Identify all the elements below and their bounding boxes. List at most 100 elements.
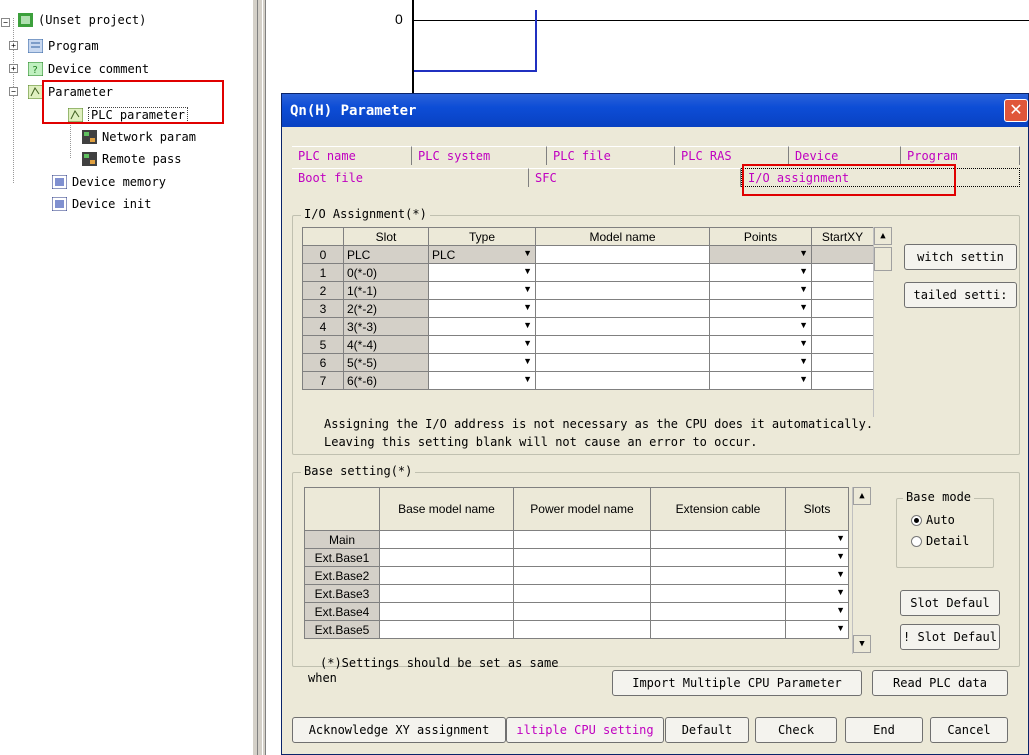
io-table-scrollbar[interactable]: ▲ bbox=[873, 227, 893, 417]
points-dropdown[interactable] bbox=[709, 353, 812, 372]
points-dropdown[interactable] bbox=[709, 335, 812, 354]
scroll-up-icon[interactable]: ▲ bbox=[874, 227, 892, 245]
dialog-titlebar[interactable]: Qn(H) Parameter bbox=[282, 94, 1028, 127]
table-row[interactable]: 7 6(*-6) bbox=[302, 371, 874, 390]
table-row[interactable]: Ext.Base2 bbox=[304, 566, 849, 585]
base-model-cell[interactable] bbox=[379, 566, 514, 585]
slots-dropdown[interactable] bbox=[785, 566, 849, 585]
slot-default-2-button[interactable]: ! Slot Defaul bbox=[900, 624, 1000, 650]
startxy-cell[interactable] bbox=[811, 263, 874, 282]
model-name-cell[interactable] bbox=[535, 281, 710, 300]
expand-icon[interactable]: + bbox=[9, 64, 18, 73]
check-button[interactable]: Check bbox=[755, 717, 837, 743]
points-dropdown[interactable] bbox=[709, 245, 812, 264]
switch-setting-button[interactable]: witch settin bbox=[904, 244, 1017, 270]
base-model-cell[interactable] bbox=[379, 620, 514, 639]
startxy-cell[interactable] bbox=[811, 245, 874, 264]
cancel-button[interactable]: Cancel bbox=[930, 717, 1008, 743]
collapse-icon[interactable]: − bbox=[9, 87, 18, 96]
multiple-cpu-setting-button[interactable]: ıltiple CPU setting bbox=[506, 717, 664, 743]
tab-sfc[interactable]: SFC bbox=[529, 168, 741, 187]
tree-item-program[interactable]: Program bbox=[27, 37, 99, 55]
power-model-cell[interactable] bbox=[513, 602, 651, 621]
model-name-cell[interactable] bbox=[535, 245, 710, 264]
table-row[interactable]: Ext.Base4 bbox=[304, 602, 849, 621]
power-model-cell[interactable] bbox=[513, 584, 651, 603]
type-dropdown[interactable] bbox=[428, 335, 536, 354]
base-table-scrollbar[interactable]: ▲ ▼ bbox=[852, 487, 872, 654]
tab-plc-file[interactable]: PLC file bbox=[547, 146, 675, 165]
type-dropdown[interactable] bbox=[428, 317, 536, 336]
extension-cable-cell[interactable] bbox=[650, 584, 786, 603]
model-name-cell[interactable] bbox=[535, 353, 710, 372]
type-dropdown[interactable] bbox=[428, 371, 536, 390]
table-row[interactable]: Ext.Base3 bbox=[304, 584, 849, 603]
base-model-cell[interactable] bbox=[379, 584, 514, 603]
startxy-cell[interactable] bbox=[811, 353, 874, 372]
power-model-cell[interactable] bbox=[513, 548, 651, 567]
table-row[interactable]: Ext.Base5 bbox=[304, 620, 849, 639]
power-model-cell[interactable] bbox=[513, 530, 651, 549]
tree-root[interactable]: (Unset project) bbox=[18, 11, 146, 29]
points-dropdown[interactable] bbox=[709, 371, 812, 390]
scroll-down-icon[interactable]: ▼ bbox=[853, 635, 871, 653]
points-dropdown[interactable] bbox=[709, 317, 812, 336]
base-model-cell[interactable] bbox=[379, 530, 514, 549]
model-name-cell[interactable] bbox=[535, 371, 710, 390]
expand-icon[interactable]: + bbox=[9, 41, 18, 50]
base-model-cell[interactable] bbox=[379, 602, 514, 621]
tree-item-network-param[interactable]: Network param bbox=[82, 128, 196, 146]
model-name-cell[interactable] bbox=[535, 299, 710, 318]
tab-program[interactable]: Program bbox=[901, 146, 1020, 165]
tab-plc-system[interactable]: PLC system bbox=[412, 146, 547, 165]
table-row[interactable]: 3 2(*-2) bbox=[302, 299, 874, 318]
tab-plc-ras[interactable]: PLC RAS bbox=[675, 146, 789, 165]
tree-item-device-init[interactable]: Device init bbox=[51, 195, 151, 213]
import-multiple-cpu-button[interactable]: Import Multiple CPU Parameter bbox=[612, 670, 862, 696]
table-row[interactable]: Ext.Base1 bbox=[304, 548, 849, 567]
acknowledge-xy-button[interactable]: Acknowledge XY assignment bbox=[292, 717, 506, 743]
startxy-cell[interactable] bbox=[811, 317, 874, 336]
read-plc-data-button[interactable]: Read PLC data bbox=[872, 670, 1008, 696]
extension-cable-cell[interactable] bbox=[650, 530, 786, 549]
slot-default-button[interactable]: Slot Defaul bbox=[900, 590, 1000, 616]
type-dropdown[interactable] bbox=[428, 353, 536, 372]
tree-item-device-memory[interactable]: Device memory bbox=[51, 173, 166, 191]
startxy-cell[interactable] bbox=[811, 371, 874, 390]
points-dropdown[interactable] bbox=[709, 263, 812, 282]
detailed-setting-button[interactable]: tailed setti: bbox=[904, 282, 1017, 308]
type-dropdown[interactable]: PLC bbox=[428, 245, 536, 264]
close-button[interactable]: ✕ bbox=[1004, 99, 1028, 122]
model-name-cell[interactable] bbox=[535, 263, 710, 282]
extension-cable-cell[interactable] bbox=[650, 548, 786, 567]
power-model-cell[interactable] bbox=[513, 566, 651, 585]
radio-auto[interactable]: Auto bbox=[911, 513, 955, 527]
type-dropdown[interactable] bbox=[428, 263, 536, 282]
model-name-cell[interactable] bbox=[535, 335, 710, 354]
points-dropdown[interactable] bbox=[709, 281, 812, 300]
end-button[interactable]: End bbox=[845, 717, 923, 743]
table-row[interactable]: 2 1(*-1) bbox=[302, 281, 874, 300]
slots-dropdown[interactable] bbox=[785, 584, 849, 603]
extension-cable-cell[interactable] bbox=[650, 566, 786, 585]
scroll-up-icon[interactable]: ▲ bbox=[853, 487, 871, 505]
tab-boot-file[interactable]: Boot file bbox=[292, 168, 529, 187]
scroll-thumb[interactable] bbox=[874, 247, 892, 271]
slots-dropdown[interactable] bbox=[785, 548, 849, 567]
table-row[interactable]: Main bbox=[304, 530, 849, 549]
power-model-cell[interactable] bbox=[513, 620, 651, 639]
project-tree[interactable]: − (Unset project) + Program + ? Device c… bbox=[0, 0, 252, 755]
pane-splitter[interactable] bbox=[252, 0, 266, 755]
tab-plc-name[interactable]: PLC name bbox=[292, 146, 412, 165]
tree-item-remote-pass[interactable]: Remote pass bbox=[82, 150, 181, 168]
table-row[interactable]: 0 PLC PLC bbox=[302, 245, 874, 264]
extension-cable-cell[interactable] bbox=[650, 602, 786, 621]
startxy-cell[interactable] bbox=[811, 335, 874, 354]
tree-item-device-comment[interactable]: ? Device comment bbox=[27, 60, 149, 78]
startxy-cell[interactable] bbox=[811, 281, 874, 300]
tab-device[interactable]: Device bbox=[789, 146, 901, 165]
table-row[interactable]: 6 5(*-5) bbox=[302, 353, 874, 372]
slots-dropdown[interactable] bbox=[785, 620, 849, 639]
slots-dropdown[interactable] bbox=[785, 602, 849, 621]
parameter-dialog[interactable]: Qn(H) Parameter ✕ PLC name PLC system PL… bbox=[281, 93, 1029, 755]
